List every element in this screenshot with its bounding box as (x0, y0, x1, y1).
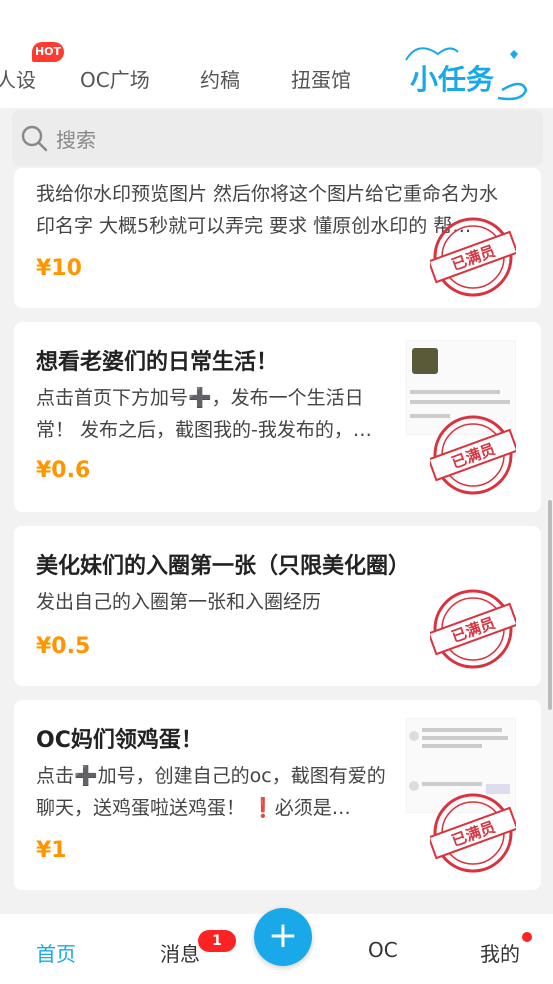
notification-dot (522, 932, 532, 942)
task-price: ¥0.5 (36, 634, 91, 659)
nav-mine[interactable]: 我的 (480, 938, 520, 967)
full-stamp-icon: 已满员 (430, 793, 516, 873)
task-title: OC妈们领鸡蛋！ (36, 728, 203, 753)
task-title: 美化妹们的入圈第一张（只限美化圈） (36, 554, 411, 579)
top-tab-bar: 人设 HOT OC广场 约稿 扭蛋馆 小任务 (0, 0, 553, 108)
tab-gacha[interactable]: 扭蛋馆 (291, 64, 351, 93)
nav-oc[interactable]: OC (368, 938, 398, 962)
full-stamp-icon: 已满员 (430, 217, 516, 297)
full-stamp-icon: 已满员 (430, 589, 516, 669)
task-card[interactable]: 美化妹们的入圈第一张（只限美化圈） 发出自己的入圈第一张和入圈经历 ¥0.5 已… (14, 526, 541, 686)
tab-small-tasks[interactable]: 小任务 (398, 40, 538, 104)
task-card[interactable]: OC妈们领鸡蛋！ 点击➕加号，创建自己的oc，截图有爱的聊天，送鸡蛋啦送鸡蛋！ … (14, 700, 541, 890)
scrollbar[interactable] (548, 500, 552, 710)
add-button[interactable]: + (254, 908, 312, 966)
task-desc: 点击首页下方加号➕，发布一个生活日常！ 发布之后，截图我的-我发布的，… (36, 387, 372, 441)
nav-messages[interactable]: 消息 (160, 938, 200, 967)
search-input[interactable]: 搜索 (12, 110, 543, 166)
task-price: ¥1 (36, 838, 67, 863)
tab-commission[interactable]: 约稿 (200, 64, 240, 93)
tab-oc-square[interactable]: OC广场 (80, 64, 150, 93)
task-price: ¥10 (36, 256, 82, 281)
task-card[interactable]: 想看老婆们的日常生活！ 点击首页下方加号➕，发布一个生活日常！ 发布之后，截图我… (14, 322, 541, 512)
task-desc: 点击➕加号，创建自己的oc，截图有爱的聊天，送鸡蛋啦送鸡蛋！ ❗必须是… (36, 765, 386, 819)
tab-persona[interactable]: 人设 (0, 64, 36, 93)
nav-home[interactable]: 首页 (36, 938, 76, 967)
tab-small-tasks-label: 小任务 (410, 63, 495, 96)
task-card[interactable]: 我给你水印预览图片 然后你将这个图片给它重命名为水印名字 大概5秒就可以弄完 要… (14, 168, 541, 308)
search-placeholder: 搜索 (56, 128, 96, 152)
task-price: ¥0.6 (36, 458, 91, 483)
messages-badge: 1 (198, 930, 236, 952)
hot-badge: HOT (32, 42, 64, 62)
full-stamp-icon: 已满员 (430, 415, 516, 495)
plus-icon: + (267, 915, 299, 956)
task-title: 想看老婆们的日常生活！ (36, 350, 279, 375)
search-icon (21, 125, 48, 152)
